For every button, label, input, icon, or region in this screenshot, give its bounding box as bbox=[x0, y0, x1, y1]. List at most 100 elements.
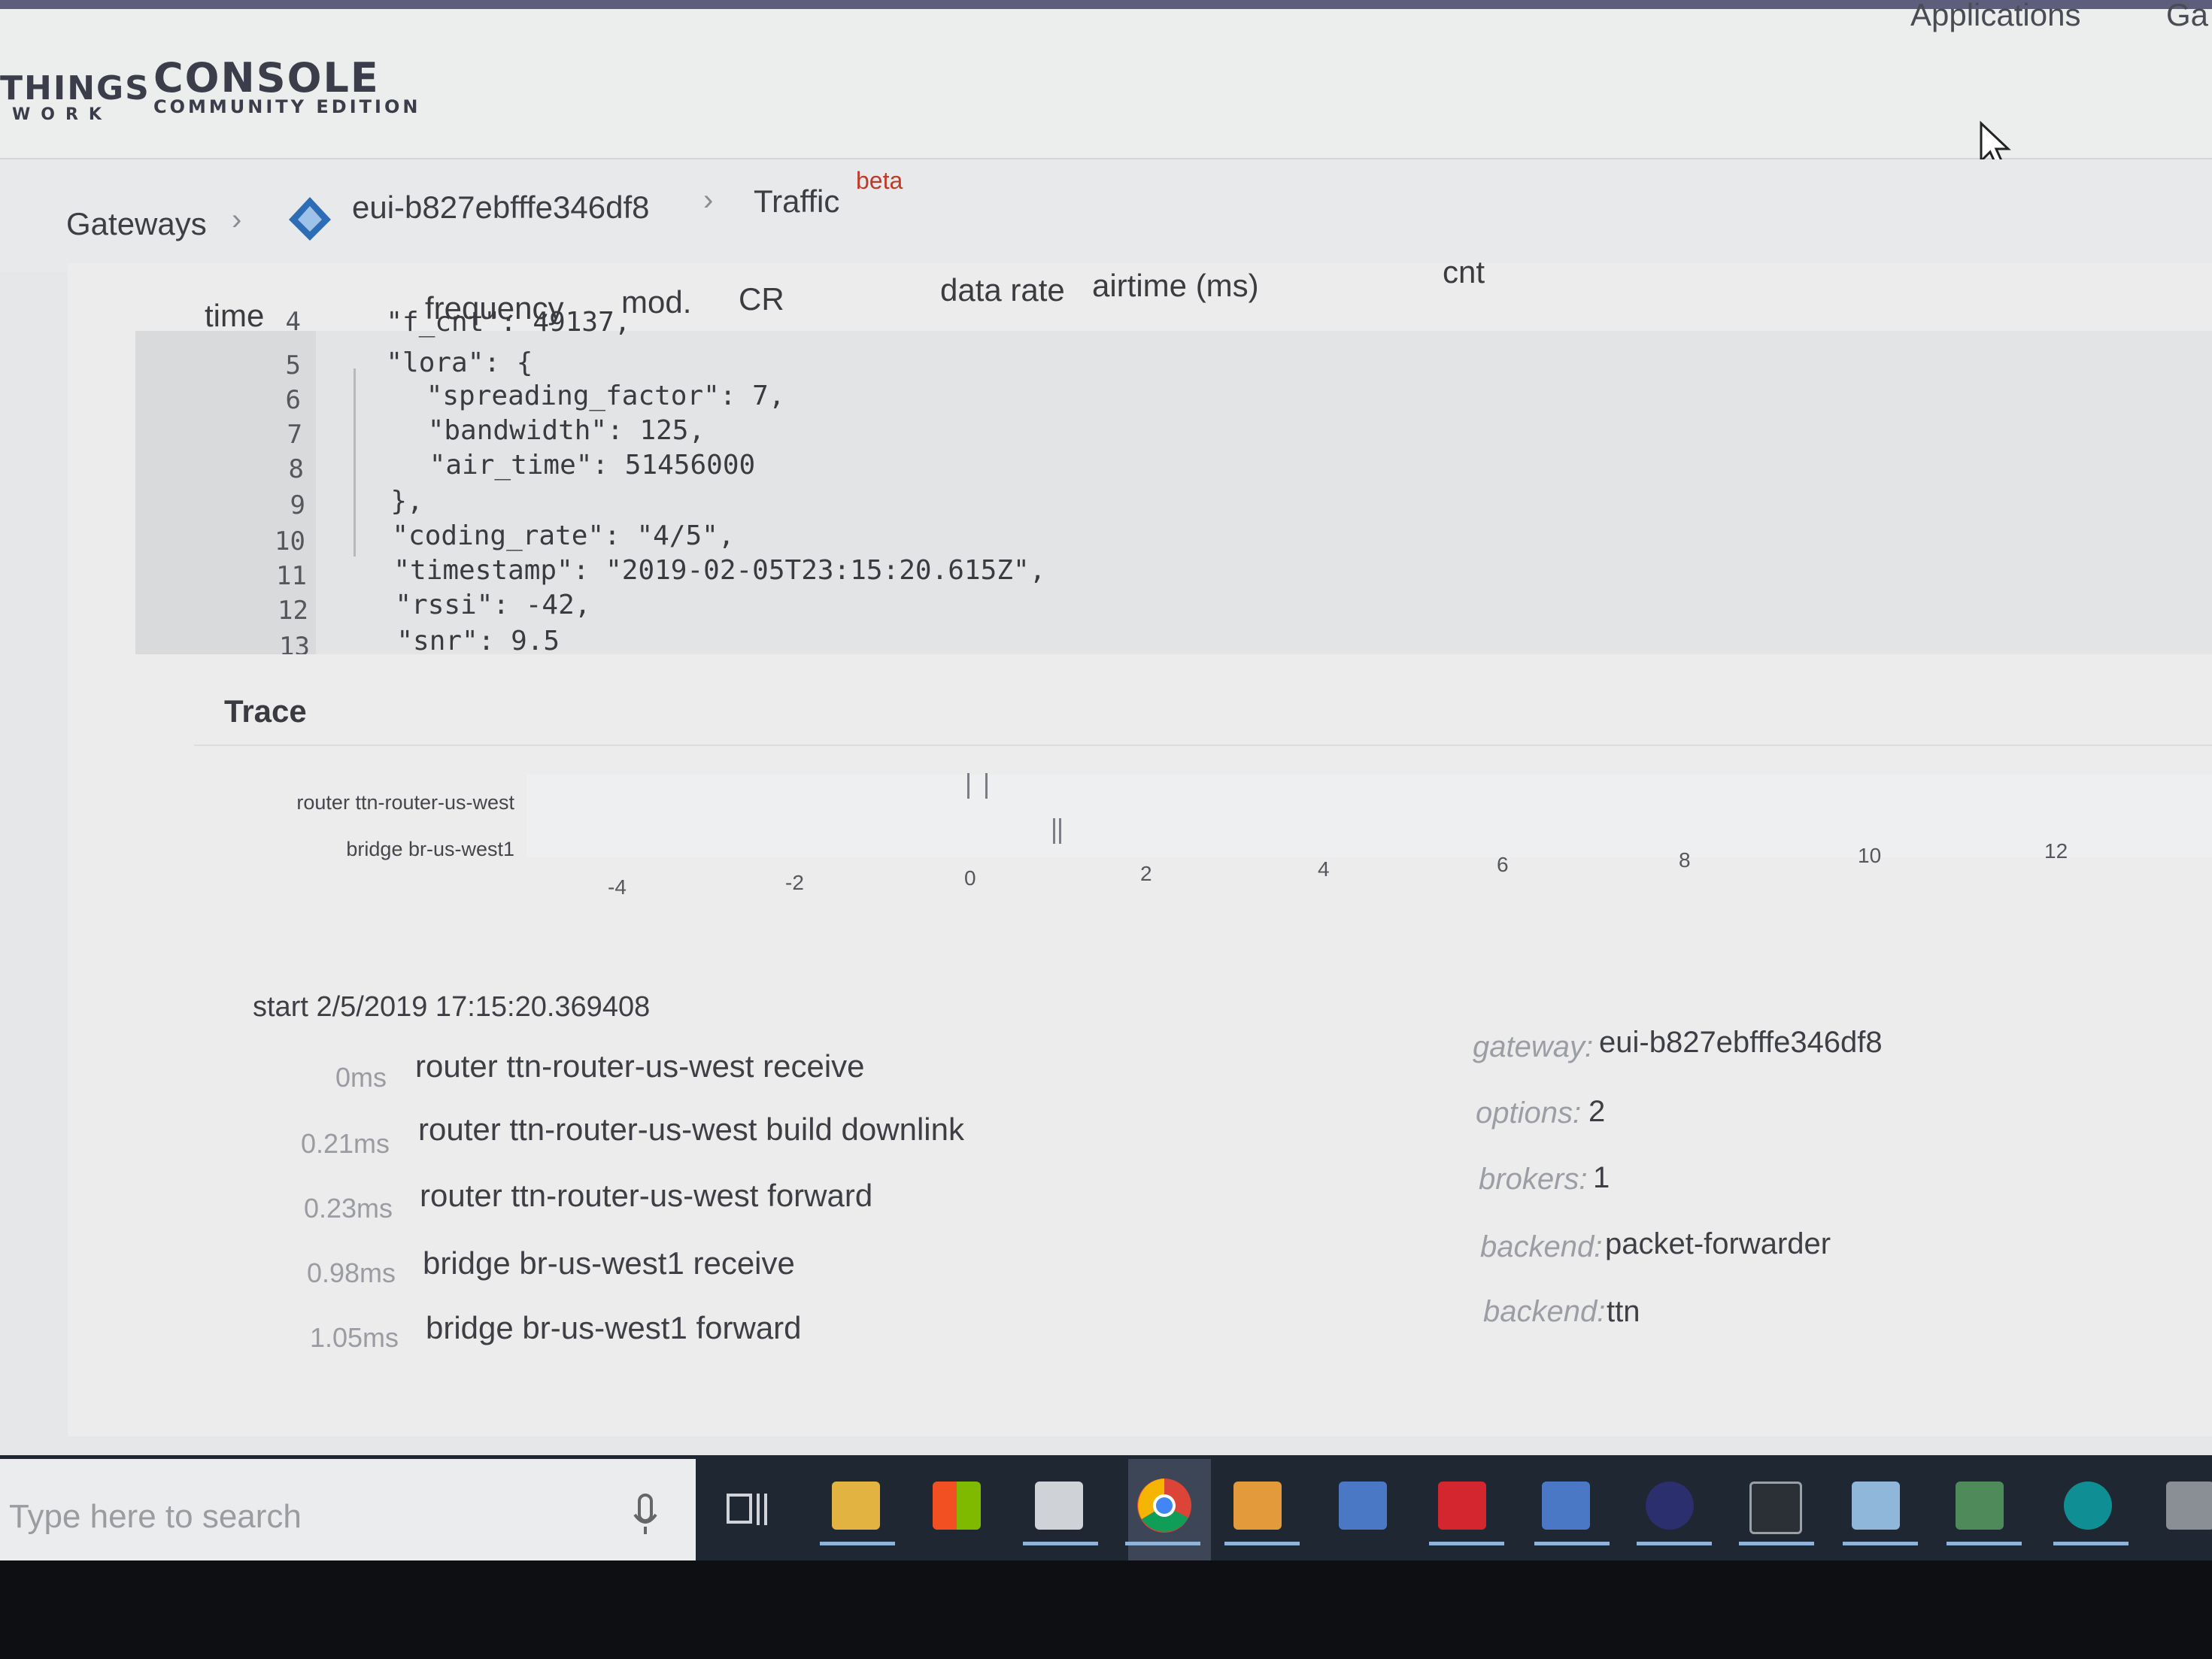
notepad-icon[interactable] bbox=[1852, 1482, 1900, 1530]
network-app-icon[interactable] bbox=[1339, 1482, 1387, 1530]
code-line: "lora": { bbox=[353, 347, 533, 378]
brand-work: WORK bbox=[12, 105, 112, 124]
eclipse-icon[interactable] bbox=[1646, 1482, 1694, 1530]
line-number: 6 bbox=[285, 385, 301, 415]
step-time: 0.98ms bbox=[306, 1257, 396, 1288]
axis-tick-label: 10 bbox=[1858, 844, 1882, 867]
code-line: }, bbox=[358, 486, 423, 517]
active-indicator bbox=[1534, 1542, 1610, 1545]
breadcrumb-gateways[interactable]: Gateways bbox=[66, 206, 207, 242]
active-indicator bbox=[1637, 1542, 1712, 1545]
active-indicator bbox=[2053, 1542, 2129, 1545]
trace-title: Trace bbox=[224, 693, 307, 729]
code-line: "bandwidth": 125, bbox=[363, 415, 705, 446]
axis-tick-label: 6 bbox=[1497, 853, 1509, 876]
active-indicator bbox=[1125, 1542, 1200, 1545]
brand-things: THINGS bbox=[0, 69, 150, 108]
meta-value: eui-b827ebfffe346df8 bbox=[1599, 1026, 1883, 1059]
indent-guide bbox=[353, 368, 356, 557]
step-text: router ttn-router-us-west receive bbox=[415, 1048, 865, 1084]
active-indicator bbox=[1023, 1542, 1098, 1545]
monitor-bezel bbox=[0, 1560, 2212, 1659]
code-line: "timestamp": "2019-02-05T23:15:20.615Z", bbox=[361, 555, 1046, 586]
meta-value: ttn bbox=[1607, 1295, 1640, 1328]
meta-value: packet-forwarder bbox=[1605, 1227, 1831, 1260]
trace-mark bbox=[967, 773, 969, 799]
step-time: 0.21ms bbox=[300, 1128, 390, 1159]
nav-applications[interactable]: Applications bbox=[1910, 0, 2080, 33]
breadcrumb-traffic: Traffic bbox=[754, 183, 840, 219]
task-view-icon[interactable] bbox=[725, 1488, 770, 1533]
microphone-icon[interactable] bbox=[630, 1492, 660, 1537]
console-title[interactable]: CONSOLE bbox=[153, 54, 380, 102]
code-line: "spreading_factor": 7, bbox=[361, 381, 785, 411]
meta-key: gateway: bbox=[1473, 1030, 1594, 1063]
network-app-icon[interactable] bbox=[1542, 1482, 1590, 1530]
axis-tick-label: 8 bbox=[1679, 848, 1691, 872]
beta-badge: beta bbox=[856, 167, 903, 194]
column-cr: CR bbox=[739, 281, 784, 317]
app-icon[interactable] bbox=[2166, 1482, 2212, 1530]
active-indicator bbox=[1843, 1542, 1918, 1545]
breadcrumb-gateway-id[interactable]: eui-b827ebfffe346df8 bbox=[352, 190, 650, 226]
step-time: 1.05ms bbox=[309, 1322, 399, 1353]
line-number: 5 bbox=[285, 350, 301, 381]
column-data-rate: data rate bbox=[940, 272, 1065, 308]
axis-tick-label: 0 bbox=[964, 866, 976, 890]
code-line: "f_cnt": 49137, bbox=[353, 307, 631, 338]
line-number: 13 bbox=[279, 632, 310, 654]
trace-mark bbox=[1053, 818, 1055, 844]
line-number: 8 bbox=[288, 454, 304, 484]
nav-gateways[interactable]: Ga bbox=[2166, 0, 2208, 33]
trace-chart bbox=[526, 775, 2212, 857]
file-explorer-icon[interactable] bbox=[832, 1482, 880, 1530]
acrobat-icon[interactable] bbox=[1438, 1482, 1486, 1530]
step-text: router ttn-router-us-west forward bbox=[420, 1178, 873, 1213]
code-line: "air_time": 51456000 bbox=[364, 450, 756, 481]
trace-mark bbox=[985, 773, 988, 799]
trace-start: start 2/5/2019 17:15:20.369408 bbox=[253, 991, 651, 1023]
meta-key: options: bbox=[1476, 1096, 1582, 1130]
terminal-icon[interactable] bbox=[1749, 1482, 1802, 1534]
active-indicator bbox=[1429, 1542, 1504, 1545]
trace-divider bbox=[194, 745, 2212, 746]
axis-tick-label: 4 bbox=[1318, 857, 1330, 881]
active-indicator bbox=[1946, 1542, 2022, 1545]
calculator-icon[interactable] bbox=[1035, 1482, 1083, 1530]
code-line: "snr": 9.5 bbox=[364, 626, 560, 654]
store-icon[interactable] bbox=[933, 1482, 981, 1530]
column-airtime: airtime (ms) bbox=[1092, 268, 1259, 303]
gateway-icon bbox=[289, 197, 331, 241]
chrome-icon[interactable] bbox=[1134, 1476, 1194, 1536]
chevron-right-icon: › bbox=[703, 183, 714, 217]
arduino-icon[interactable] bbox=[2064, 1482, 2112, 1530]
line-number: 9 bbox=[290, 490, 305, 520]
axis-tick-label: -2 bbox=[785, 871, 804, 894]
line-number: 12 bbox=[278, 596, 308, 626]
line-number: 10 bbox=[275, 526, 305, 557]
meta-key: backend: bbox=[1483, 1295, 1606, 1328]
code-line: "coding_rate": "4/5", bbox=[360, 520, 735, 551]
taskbar-search-input[interactable]: Type here to search bbox=[9, 1498, 302, 1536]
meta-value: 2 bbox=[1588, 1095, 1606, 1128]
office-icon[interactable] bbox=[1233, 1482, 1282, 1530]
axis-tick-label: -4 bbox=[608, 875, 627, 899]
column-mod: mod. bbox=[621, 284, 692, 320]
code-line: "rssi": -42, bbox=[363, 590, 591, 620]
step-text: router ttn-router-us-west build downlink bbox=[418, 1112, 964, 1147]
meta-key: backend: bbox=[1480, 1230, 1603, 1263]
column-cnt: cnt bbox=[1443, 254, 1485, 290]
step-text: bridge br-us-west1 forward bbox=[426, 1310, 802, 1345]
console-subtitle: COMMUNITY EDITION bbox=[153, 96, 421, 117]
trace-row-label: router ttn-router-us-west bbox=[296, 791, 514, 814]
meta-key: brokers: bbox=[1479, 1163, 1588, 1196]
active-indicator bbox=[1224, 1542, 1300, 1545]
excel-icon[interactable] bbox=[1956, 1482, 2004, 1530]
line-number: 11 bbox=[276, 561, 307, 591]
trace-mark bbox=[1059, 818, 1061, 844]
step-text: bridge br-us-west1 receive bbox=[423, 1245, 795, 1281]
line-number: 4 bbox=[285, 307, 301, 337]
axis-tick-label: 12 bbox=[2044, 839, 2068, 863]
chevron-right-icon: › bbox=[232, 203, 242, 236]
top-accent-bar bbox=[0, 0, 2212, 9]
